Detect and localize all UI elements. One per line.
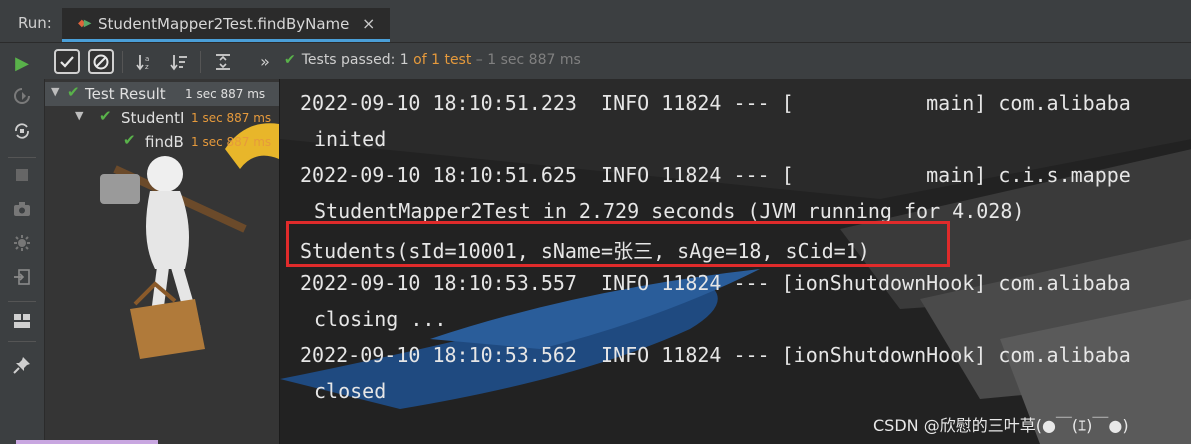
- tree-item-test-method[interactable]: ✔ findB 1 sec 887 ms: [45, 130, 279, 154]
- tab-run-configuration[interactable]: ◆▶ StudentMapper2Test.findByName ×: [62, 8, 390, 42]
- console-line: 2022-09-10 18:10:53.562 INFO 11824 --- […: [300, 343, 1131, 367]
- collapse-arrow-icon[interactable]: ▼: [75, 109, 83, 122]
- camera-icon[interactable]: [10, 197, 34, 221]
- tree-item-time: 1 sec 887 ms: [191, 135, 272, 149]
- console-line: 2022-09-10 18:10:53.557 INFO 11824 --- […: [300, 271, 1131, 295]
- toolbar-divider: [122, 51, 123, 73]
- passed-check-icon: ✔: [67, 83, 80, 101]
- tree-item-test-class[interactable]: ▼ ✔ StudentI 1 sec 887 ms: [45, 106, 279, 130]
- sidebar-divider: [8, 341, 36, 342]
- sort-duration-icon: [170, 54, 187, 70]
- tree-item-test-result[interactable]: ▼ ✔ Test Result 1 sec 887 ms: [45, 82, 279, 106]
- tree-item-label: Test Result: [85, 85, 166, 103]
- tab-close-icon[interactable]: ×: [362, 14, 375, 33]
- console-line: inited: [314, 127, 387, 151]
- tree-item-time: 1 sec 887 ms: [191, 111, 272, 125]
- show-passed-button[interactable]: [54, 49, 80, 74]
- status-duration: – 1 sec 887 ms: [471, 52, 581, 68]
- passed-check-icon: ✔: [99, 107, 112, 125]
- rerun-failed-icon[interactable]: [10, 84, 34, 108]
- ignored-icon: [93, 54, 109, 69]
- test-config-icon: ◆▶: [78, 18, 91, 29]
- run-side-toolbar: ▶: [0, 53, 45, 444]
- more-actions-icon[interactable]: »: [252, 49, 278, 74]
- tab-title: StudentMapper2Test.findByName: [98, 15, 350, 33]
- pin-icon[interactable]: [10, 353, 34, 377]
- stop-icon[interactable]: [10, 163, 34, 187]
- test-runner-toolbar: az » ✔ Tests passed: 1 of 1 test – 1 sec …: [0, 43, 1191, 79]
- toggle-auto-test-icon[interactable]: [10, 119, 34, 143]
- run-label: Run:: [18, 14, 52, 32]
- show-ignored-button[interactable]: [88, 49, 114, 74]
- expand-all-icon: [216, 53, 230, 70]
- tree-item-label: findB: [145, 133, 184, 151]
- red-annotation-box: [286, 221, 950, 267]
- settings-debug-icon[interactable]: [10, 231, 34, 255]
- sidebar-divider: [8, 157, 36, 158]
- test-status: ✔ Tests passed: 1 of 1 test – 1 sec 887 m…: [284, 52, 581, 68]
- sidebar-divider: [8, 301, 36, 302]
- svg-text:z: z: [145, 63, 149, 71]
- test-results-tree: ▼ ✔ Test Result 1 sec 887 ms ▼ ✔ Student…: [45, 79, 279, 444]
- status-of: of 1 test: [413, 52, 472, 68]
- console-line: closing ...: [314, 307, 447, 331]
- sort-by-duration-button[interactable]: [166, 49, 192, 74]
- tree-item-label: StudentI: [121, 109, 185, 127]
- svg-text:a: a: [145, 55, 149, 63]
- console-output[interactable]: 2022-09-10 18:10:51.223 INFO 11824 --- […: [279, 79, 1191, 444]
- import-tests-icon[interactable]: [10, 265, 34, 289]
- console-line: 2022-09-10 18:10:51.223 INFO 11824 --- […: [300, 91, 1131, 115]
- console-line: StudentMapper2Test in 2.729 seconds (JVM…: [314, 199, 1025, 223]
- sort-alpha-icon: az: [136, 54, 149, 71]
- bottom-status-strip: [16, 440, 158, 444]
- passed-check-icon: ✔: [284, 52, 296, 68]
- layout-icon[interactable]: [10, 309, 34, 333]
- collapse-arrow-icon[interactable]: ▼: [51, 85, 59, 98]
- check-icon: [60, 55, 74, 68]
- status-count: 1: [399, 52, 409, 68]
- passed-check-icon: ✔: [123, 131, 136, 149]
- tree-item-time: 1 sec 887 ms: [185, 87, 266, 101]
- console-line: closed: [314, 379, 387, 403]
- console-line: 2022-09-10 18:10:51.625 INFO 11824 --- […: [300, 163, 1131, 187]
- status-prefix: Tests passed:: [301, 52, 400, 68]
- sort-alphabetically-button[interactable]: az: [132, 49, 158, 74]
- run-tool-window-header: Run: ◆▶ StudentMapper2Test.findByName ×: [0, 0, 1191, 43]
- rerun-icon[interactable]: ▶: [10, 51, 34, 75]
- csdn-watermark: CSDN @欣慰的三叶草(●￣(ｴ)￣●): [873, 416, 1129, 435]
- toolbar-divider: [200, 51, 201, 73]
- expand-all-button[interactable]: [210, 49, 236, 74]
